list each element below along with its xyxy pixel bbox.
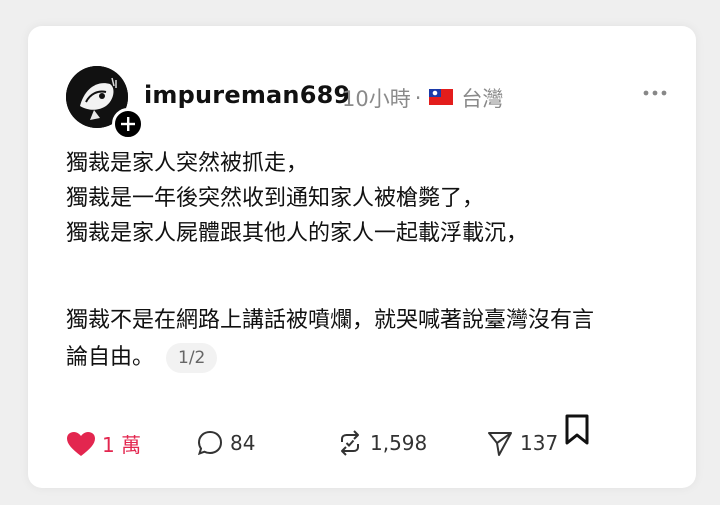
share-icon [488,432,512,456]
body-line: 獨裁不是在網路上講話被噴爛，就哭喊著說臺灣沒有言 [66,308,595,333]
location: 台灣 [461,87,504,111]
heart-icon [67,431,95,456]
comment-count: 84 [230,431,256,455]
comment-icon [197,430,223,456]
post-meta: 10小時 · 台灣 [342,83,503,113]
username[interactable]: impureman689 [144,81,350,109]
like-count: 1 萬 [102,433,142,457]
post-card: impureman689 10小時 · 台灣 獨裁是家人突然被抓走， 獨裁是一年… [28,26,696,488]
body-line-text: 論自由。 [66,345,155,370]
follow-button[interactable] [112,108,144,140]
separator: · [414,86,422,110]
body-line: 論自由。 1/2 [66,339,594,376]
like-button[interactable]: 1 萬 [66,429,141,458]
share-count: 137 [520,431,559,455]
body-line: 獨裁是一年後突然收到通知家人被槍斃了， [66,186,485,211]
more-icon[interactable] [642,83,668,102]
plus-icon [121,117,135,131]
taiwan-flag-icon [429,86,454,110]
body-line: 獨裁是家人突然被抓走， [66,151,309,176]
share-button[interactable]: 137 [486,429,558,457]
body-line: 獨裁是家人屍體跟其他人的家人一起載浮載沉， [66,221,529,246]
post-body-paragraph2: 獨裁不是在網路上講話被噴爛，就哭喊著說臺灣沒有言 論自由。 1/2 [66,302,594,376]
page-indicator[interactable]: 1/2 [166,343,218,373]
bookmark-button[interactable] [564,414,590,450]
bookmark-icon [565,414,589,445]
action-bar: 1 萬 84 1,598 137 [66,421,696,461]
comment-button[interactable]: 84 [196,429,255,457]
repost-icon [341,430,359,456]
repost-count: 1,598 [370,431,428,455]
post-body-paragraph1: 獨裁是家人突然被抓走， 獨裁是一年後突然收到通知家人被槍斃了， 獨裁是家人屍體跟… [66,146,528,251]
repost-button[interactable]: 1,598 [336,429,427,457]
timestamp: 10小時 [342,87,411,111]
